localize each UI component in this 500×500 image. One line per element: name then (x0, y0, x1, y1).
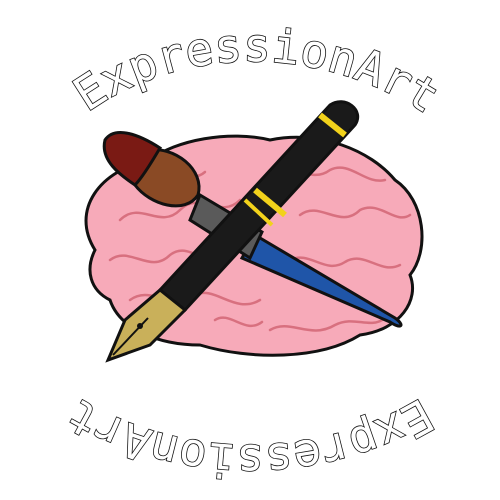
logo-bottom-text-path: ExpressionArt (57, 387, 443, 488)
logo-bottom-text: ExpressionArt (58, 388, 443, 488)
logo-top-text: ExpressionArt (64, 18, 449, 123)
logo-top-text-path: ExpressionArt (63, 17, 449, 124)
logo-canvas: ExpressionArt ExpressionArt (57, 17, 450, 489)
expression-art-logo: ExpressionArt ExpressionArt (0, 0, 500, 500)
